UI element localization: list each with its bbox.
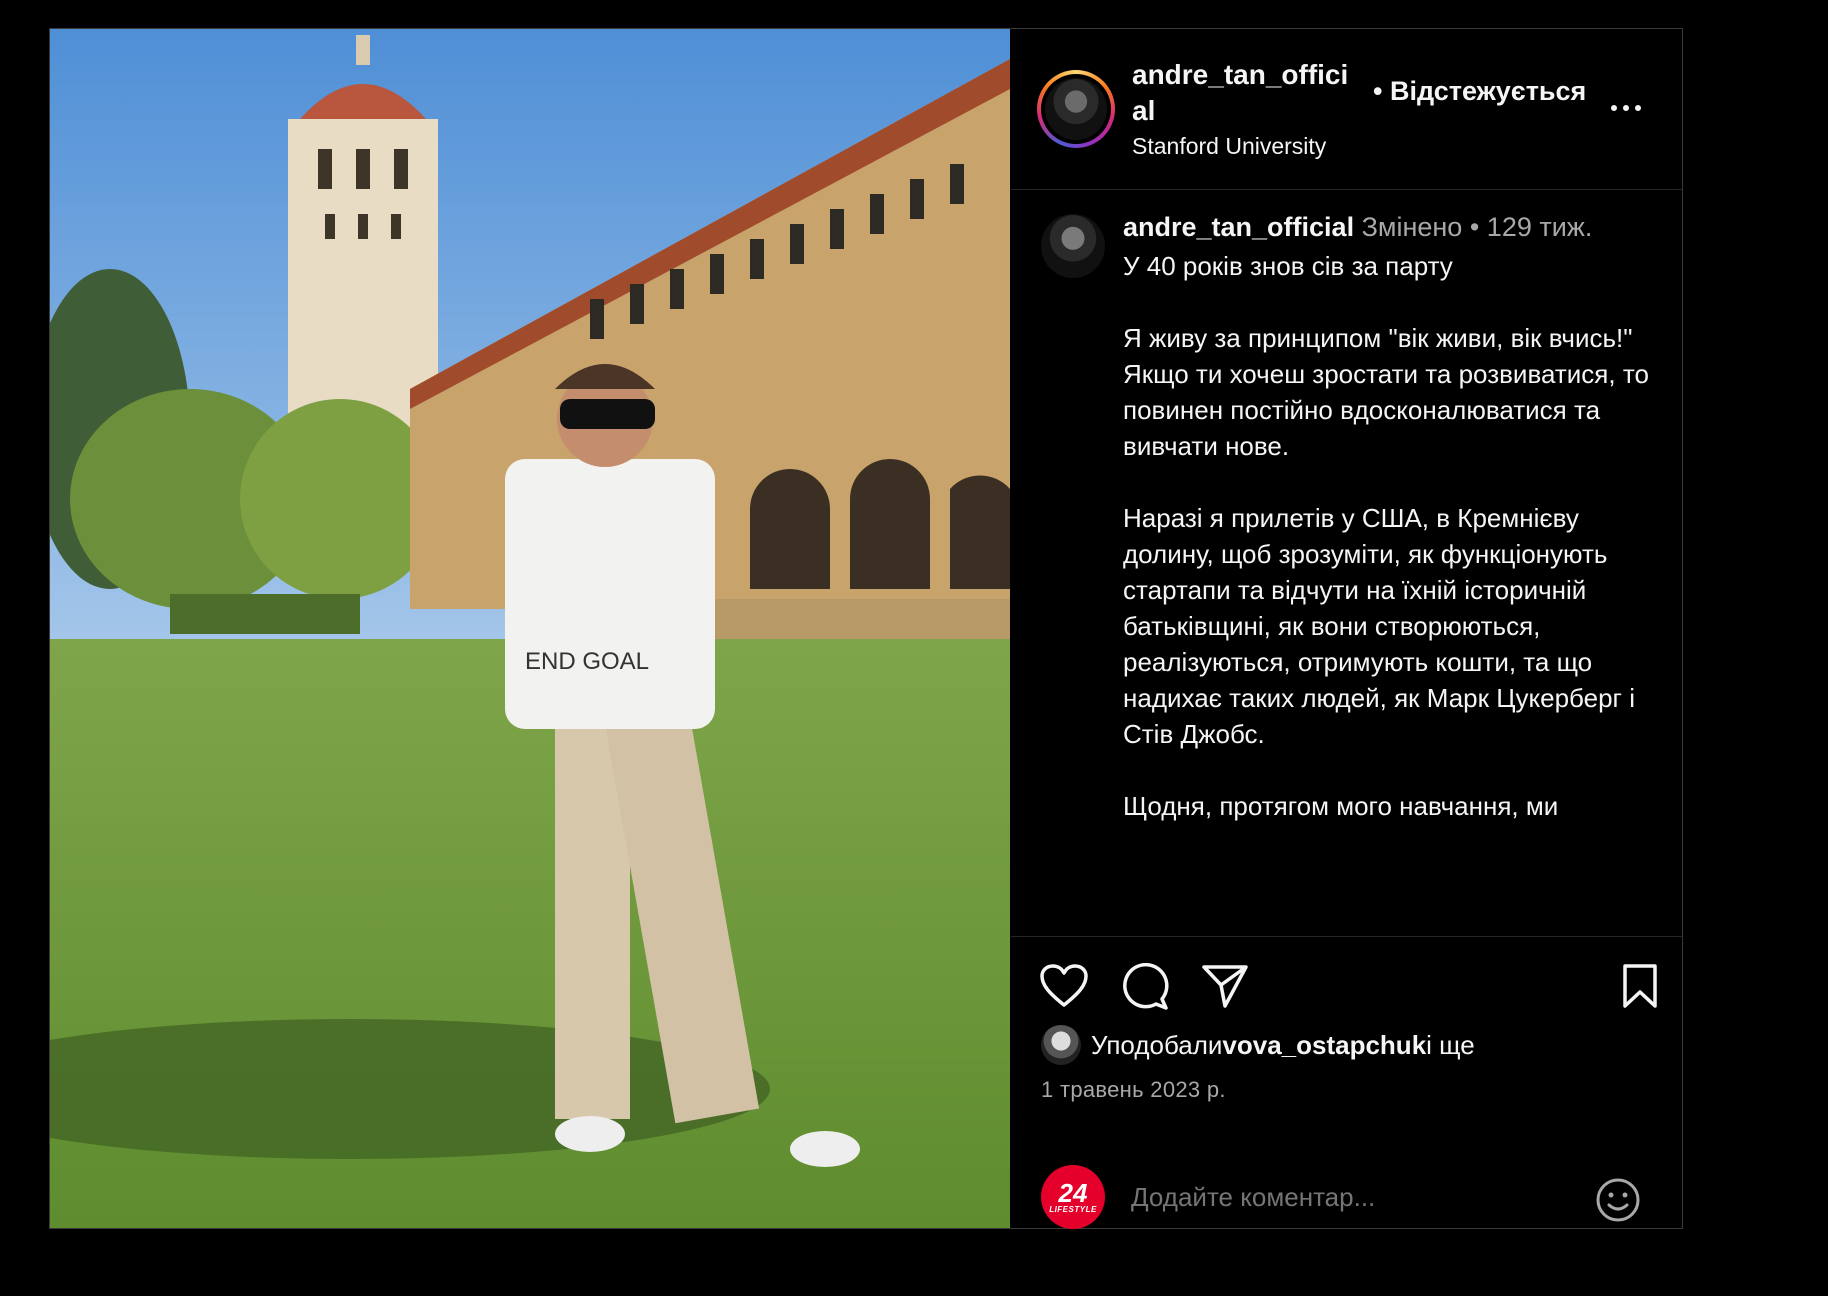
post-sidebar: andre_tan_official • Відстежується Stanf… (1011, 29, 1682, 1229)
story-ring-avatar[interactable] (1037, 70, 1115, 148)
location-link[interactable]: Stanford University (1132, 133, 1326, 160)
following-status[interactable]: • Відстежується (1373, 76, 1586, 107)
comment-input[interactable] (1129, 1181, 1573, 1214)
avatar-number: 24 (1058, 1178, 1088, 1208)
comment-icon[interactable] (1121, 963, 1169, 1011)
bookmark-icon[interactable] (1621, 963, 1659, 1009)
likes-suffix: і ще (1426, 1029, 1475, 1060)
caption-meta: andre_tan_official Змінено • 129 тиж. (1123, 212, 1592, 243)
emoji-icon[interactable] (1594, 1176, 1642, 1224)
post-header: andre_tan_official • Відстежується Stanf… (1011, 29, 1682, 190)
more-icon[interactable] (1611, 105, 1641, 111)
action-section: Уподобали vova_ostapchuk і ще 1 травень … (1011, 937, 1682, 1229)
likes-prefix: Уподобали (1091, 1029, 1223, 1060)
post-container: END GOAL andre_tan_official • Відстежуєт… (49, 28, 1683, 1229)
photo-illustration: END GOAL (50, 29, 1010, 1228)
heart-icon[interactable] (1039, 963, 1089, 1009)
commenter-avatar: 24 LIFESTYLE (1041, 1165, 1105, 1229)
caption-area: andre_tan_official Змінено • 129 тиж. У … (1011, 190, 1682, 937)
meta-separator: • (1462, 212, 1487, 242)
post-photo[interactable]: END GOAL (50, 29, 1010, 1228)
liker-username[interactable]: vova_ostapchuk (1222, 1030, 1426, 1061)
caption-text: У 40 років знов сів за парту Я живу за п… (1123, 251, 1649, 821)
avatar-subtitle: LIFESTYLE (1049, 1205, 1097, 1214)
share-icon[interactable] (1201, 963, 1249, 1009)
edited-label: Змінено (1361, 212, 1463, 242)
likes-summary[interactable]: Уподобали vova_ostapchuk і ще (1041, 1025, 1475, 1065)
caption-avatar[interactable] (1041, 214, 1105, 278)
header-username[interactable]: andre_tan_official (1132, 57, 1362, 129)
profile-avatar (1045, 78, 1107, 140)
caption-username[interactable]: andre_tan_official (1123, 212, 1354, 242)
post-age[interactable]: 129 тиж. (1487, 212, 1593, 242)
post-date[interactable]: 1 травень 2023 р. (1041, 1077, 1226, 1103)
liker-avatar (1041, 1025, 1081, 1065)
svg-text:END GOAL: END GOAL (525, 648, 649, 675)
